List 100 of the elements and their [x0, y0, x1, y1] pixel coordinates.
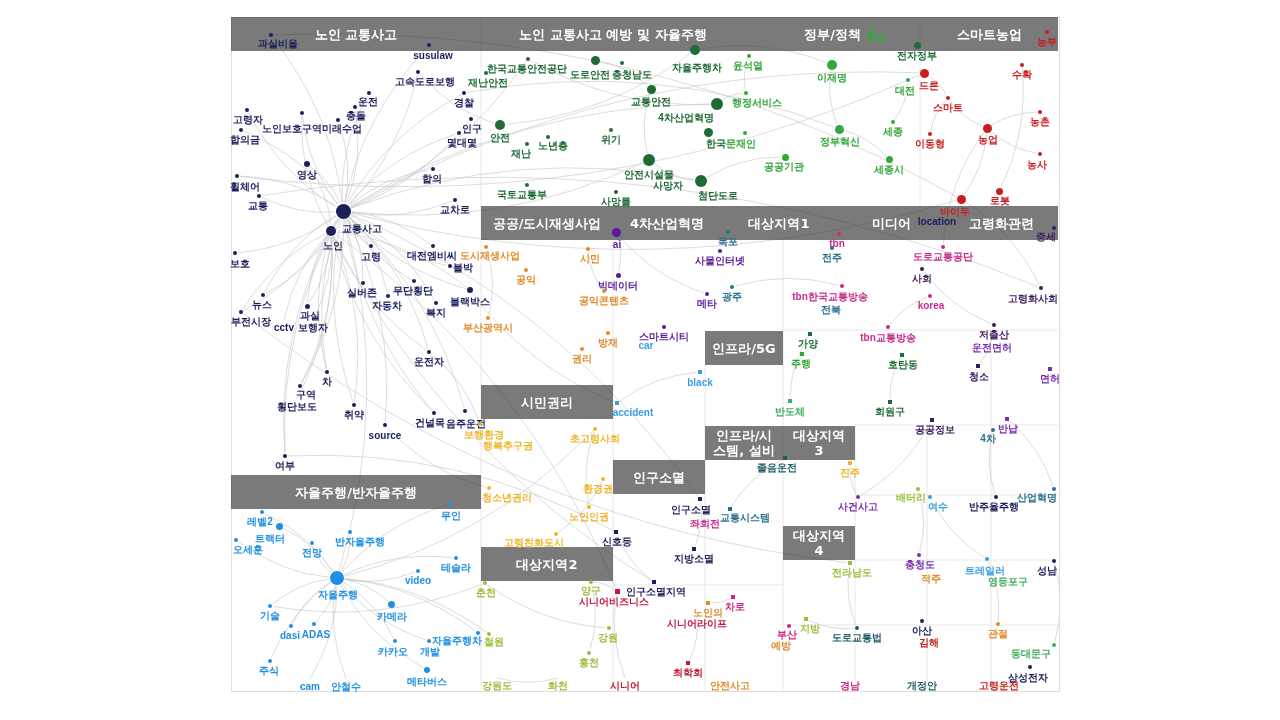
node-label: 최학회	[673, 666, 703, 678]
node-label: 4차	[980, 432, 996, 444]
node-label: 인구	[462, 122, 482, 134]
node-label: 강원	[598, 631, 618, 643]
node-label: 합의금	[230, 133, 260, 145]
node-label: 적주	[921, 572, 941, 584]
topic-banner: 노인 교통사고 예방 및 자율주행	[481, 17, 745, 51]
node-label: 공익콘텐츠	[579, 294, 629, 306]
node-label: 부산	[777, 628, 797, 640]
node-label: 자율주행차	[432, 634, 482, 646]
node-label: 농업	[978, 133, 998, 145]
node-label: 증세	[1036, 230, 1056, 242]
node-label: source	[368, 429, 402, 441]
node-label: 위기	[601, 133, 621, 145]
node-label: 메타	[697, 297, 717, 309]
node-label: 교통사고	[342, 222, 382, 234]
node-label: 취약	[344, 408, 364, 420]
node-label: 교차로	[440, 203, 470, 215]
node-label: 철원	[484, 635, 504, 647]
node-label: 4차산업혁명	[658, 111, 714, 123]
node-label: 광주	[722, 290, 742, 302]
node-label: dasi	[280, 629, 300, 641]
node-label: 노인	[323, 239, 343, 251]
node-label: 트레일러	[965, 564, 1005, 576]
node-label: 인구소멸지역	[626, 585, 686, 597]
node-label: 기술	[260, 609, 280, 621]
node-label: 국토교통부	[497, 188, 547, 200]
node-label: 교통시스템	[720, 511, 770, 523]
node-label: susulaw	[413, 49, 453, 61]
topic-banner: 시민권리	[481, 385, 613, 419]
node-label: 지방	[800, 622, 820, 634]
node-label: 충청남도	[612, 68, 652, 80]
node-label: 스마트시티	[639, 330, 689, 342]
node-label: 사회	[912, 272, 932, 284]
node-label: 진주	[840, 466, 860, 478]
node-label: 보호	[230, 257, 250, 269]
node-label: 대전	[895, 84, 915, 96]
node-label: 노인의	[693, 606, 723, 618]
node-label: 블박	[453, 261, 473, 273]
node-label: 교통안전	[631, 95, 671, 107]
node-label: 초고령사회	[570, 432, 620, 444]
node-label: 노인보호구역	[262, 122, 322, 134]
node-label: 고령	[361, 250, 381, 262]
node-label: 운전면허	[972, 341, 1012, 353]
node-label: 시니어	[610, 679, 640, 691]
node-label: 아산	[912, 624, 932, 636]
node-label: 면허	[1040, 372, 1060, 384]
node-label: 안전시설물	[624, 168, 674, 180]
node-label: 자율주행	[318, 588, 358, 600]
node-label: 스마트	[933, 101, 963, 113]
node-label: 경남	[840, 679, 860, 691]
node-label: 세종	[883, 125, 903, 137]
node-label: 블랙박스	[450, 295, 490, 307]
node-label: 청소년권리	[482, 491, 532, 503]
node-label: 합의	[422, 172, 442, 184]
node-label: 재난	[511, 147, 531, 159]
node-label: video	[404, 574, 432, 586]
node-label: 건널목	[415, 416, 445, 428]
node-label: 음주운전	[446, 417, 486, 429]
node-label: 휠체어	[230, 180, 260, 192]
node-label: 한국	[706, 137, 726, 149]
node-label: korea	[917, 299, 945, 311]
node-label: 미래수업	[322, 122, 362, 134]
topic-banner: 대상지역2	[481, 547, 613, 581]
topic-banner: 인프라/5G	[705, 331, 783, 365]
node-label: 과실비율	[258, 37, 298, 49]
node-label: 환경권	[583, 482, 613, 494]
node-label: 전주	[822, 251, 842, 263]
node-label: 교통	[248, 199, 268, 211]
node-label: 고령친화도시	[504, 536, 564, 548]
node-label: 몇대몇	[447, 136, 477, 148]
node-label: 테슬라	[441, 561, 471, 573]
node-label: 트랙터	[255, 532, 285, 544]
node-label: 이재명	[817, 71, 847, 83]
node-label: 삼성전자	[1008, 671, 1048, 683]
node-label: 여수	[928, 500, 948, 512]
node-label: 졸음운전	[757, 461, 797, 473]
node-label: 복지	[426, 306, 446, 318]
topic-banner: 대상지역3	[783, 426, 855, 460]
node-label: 이동형	[915, 137, 945, 149]
node-label: 구역	[296, 388, 316, 400]
node-label: 보행환경	[464, 428, 504, 440]
node-label: 좌회전	[690, 517, 720, 529]
node-label: 바이두	[940, 205, 970, 217]
node-label: black	[687, 376, 713, 388]
topic-banner: 인프라/시스템, 설비	[705, 426, 783, 460]
node-label: 가양	[798, 337, 818, 349]
node-label: 뉴스	[252, 298, 272, 310]
node-label: 사망자	[653, 179, 683, 191]
node-label: 사건사고	[838, 500, 878, 512]
node-label: 공공기관	[764, 160, 804, 172]
node-label: 행정서비스	[732, 96, 782, 108]
node-label: 행복추구권	[483, 439, 533, 451]
node-label: 충돌	[346, 109, 366, 121]
node-label: 권리	[572, 352, 592, 364]
node-label: 무단횡단	[393, 284, 433, 296]
node-label: 메타버스	[407, 675, 447, 687]
node-label: 전북	[821, 303, 841, 315]
node-label: 전라남도	[832, 566, 872, 578]
node-label: 경찰	[454, 96, 474, 108]
